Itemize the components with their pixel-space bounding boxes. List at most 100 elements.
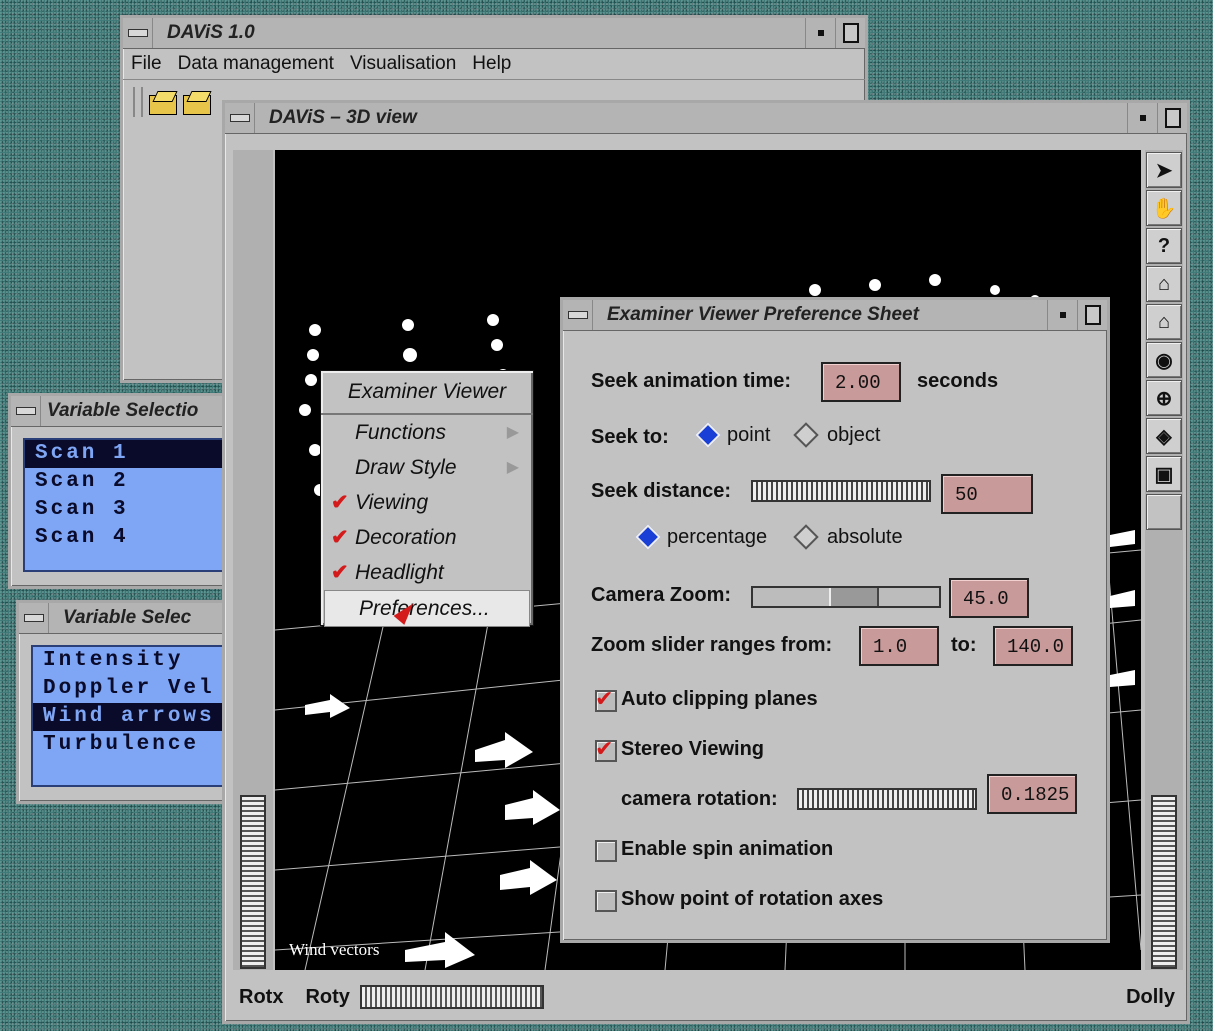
rotation-axes-label: Show point of rotation axes xyxy=(621,888,884,910)
camera-zoom-label: Camera Zoom: xyxy=(591,584,732,606)
auto-clipping-checkbox[interactable] xyxy=(595,686,617,712)
maximize-button[interactable] xyxy=(835,18,865,48)
variable-selection-window-variables: Variable Selec Intensity Doppler Vel Win… xyxy=(16,600,242,804)
window-menu-button[interactable] xyxy=(225,103,255,133)
menu-data-management[interactable]: Data management xyxy=(170,53,342,75)
window-menu-button[interactable] xyxy=(123,18,153,48)
window-menu-button[interactable] xyxy=(19,603,49,633)
camera-icon[interactable]: ▣ xyxy=(1146,456,1182,492)
arrow-icon[interactable]: ➤ xyxy=(1146,152,1182,188)
camera-zoom-field[interactable]: 45.0 xyxy=(949,578,1029,618)
title-bar[interactable]: Variable Selectio xyxy=(11,396,231,427)
minimize-button[interactable] xyxy=(1047,300,1077,330)
popup-header: Examiner Viewer xyxy=(321,371,533,415)
title-bar[interactable]: DAViS 1.0 xyxy=(123,18,865,49)
title-bar[interactable]: DAViS – 3D view xyxy=(225,103,1187,134)
window-menu-button[interactable] xyxy=(11,396,41,426)
submenu-arrow-icon: ▶ xyxy=(506,424,519,441)
set-home-icon[interactable]: ⌂ xyxy=(1146,304,1182,340)
rotx-thumbwheel[interactable] xyxy=(240,795,266,969)
perspective-icon[interactable]: ◈ xyxy=(1146,418,1182,454)
menu-item-label: Decoration xyxy=(355,526,457,549)
menu-item-decoration[interactable]: ✔ Decoration xyxy=(321,520,533,555)
bottom-bar: Rotx Roty Dolly xyxy=(225,973,1187,1021)
menu-item-draw-style[interactable]: Draw Style ▶ xyxy=(321,450,533,485)
menu-item-label: Preferences... xyxy=(359,597,490,620)
zoom-range-to-field[interactable]: 140.0 xyxy=(993,626,1073,666)
camera-rotation-wheel[interactable] xyxy=(797,788,977,810)
maximize-button[interactable] xyxy=(1077,300,1107,330)
help-icon[interactable]: ? xyxy=(1146,228,1182,264)
list-item[interactable]: Scan 4 xyxy=(25,524,229,552)
menu-item-label: Viewing xyxy=(355,491,429,514)
list-item[interactable]: Intensity xyxy=(33,647,237,675)
list-item[interactable]: Scan 1 xyxy=(25,440,229,468)
title-bar[interactable]: Examiner Viewer Preference Sheet xyxy=(563,300,1107,331)
seek-animation-label: Seek animation time: xyxy=(591,370,792,392)
minimize-button[interactable] xyxy=(1127,103,1157,133)
zoom-range-to-label: to: xyxy=(951,634,977,656)
scene-label: Wind vectors xyxy=(289,940,380,959)
submenu-arrow-icon: ▶ xyxy=(506,459,519,476)
menu-file[interactable]: File xyxy=(123,53,170,75)
list-item[interactable]: Doppler Vel xyxy=(33,675,237,703)
spin-animation-checkbox[interactable] xyxy=(595,840,617,862)
list-item[interactable]: Scan 2 xyxy=(25,468,229,496)
menu-item-label: Draw Style xyxy=(355,456,457,479)
zoom-range-label: Zoom slider ranges from: xyxy=(591,634,833,656)
open-folder-icon[interactable] xyxy=(183,91,211,115)
menu-help[interactable]: Help xyxy=(464,53,519,75)
window-title: DAViS – 3D view xyxy=(269,107,417,128)
seek-to-point-label: point xyxy=(727,424,771,446)
seek-to-label: Seek to: xyxy=(591,426,669,448)
toolbar-grip[interactable] xyxy=(133,87,143,117)
seek-to-point-radio[interactable] xyxy=(695,422,721,448)
menu-item-label: Functions xyxy=(355,421,447,444)
absolute-radio[interactable] xyxy=(793,524,819,550)
viewer-toolbar: ➤ ✋ ? ⌂ ⌂ ◉ ⊕ ◈ ▣ xyxy=(1145,150,1183,970)
window-title: Variable Selec xyxy=(63,607,192,628)
menu-visualisation[interactable]: Visualisation xyxy=(342,53,464,75)
zoom-range-from-field[interactable]: 1.0 xyxy=(859,626,939,666)
menu-item-viewing[interactable]: ✔ Viewing xyxy=(321,485,533,520)
seek-icon[interactable]: ⊕ xyxy=(1146,380,1182,416)
list-item[interactable]: Wind arrows xyxy=(33,703,237,731)
window-title: Examiner Viewer Preference Sheet xyxy=(607,304,919,325)
menu-item-functions[interactable]: Functions ▶ xyxy=(321,415,533,450)
seek-distance-wheel[interactable] xyxy=(751,480,931,502)
title-bar[interactable]: Variable Selec xyxy=(19,603,239,634)
maximize-button[interactable] xyxy=(1157,103,1187,133)
camera-rotation-label: camera rotation: xyxy=(621,788,778,810)
seek-distance-field[interactable]: 50 xyxy=(941,474,1033,514)
view-all-icon[interactable]: ◉ xyxy=(1146,342,1182,378)
window-title: DAViS 1.0 xyxy=(167,22,255,43)
home-icon[interactable]: ⌂ xyxy=(1146,266,1182,302)
checkmark-icon: ✔ xyxy=(331,561,349,584)
menu-item-preferences[interactable]: Preferences... xyxy=(324,590,530,627)
checkmark-icon: ✔ xyxy=(331,526,349,549)
menu-item-headlight[interactable]: ✔ Headlight xyxy=(321,555,533,590)
percentage-radio[interactable] xyxy=(635,524,661,550)
rotation-axes-checkbox[interactable] xyxy=(595,890,617,912)
window-menu-button[interactable] xyxy=(563,300,593,330)
seek-animation-field[interactable]: 2.00 xyxy=(821,362,901,402)
slider-knob[interactable] xyxy=(829,588,879,606)
dolly-thumbwheel[interactable] xyxy=(1151,795,1177,969)
seek-to-object-radio[interactable] xyxy=(793,422,819,448)
camera-zoom-slider[interactable] xyxy=(751,586,941,608)
roty-thumbwheel[interactable] xyxy=(359,985,544,1009)
left-decoration-rail xyxy=(233,150,273,970)
menu-bar: File Data management Visualisation Help xyxy=(123,49,865,80)
open-folder-icon[interactable] xyxy=(149,91,177,115)
preference-form: Seek animation time: 2.00 seconds Seek t… xyxy=(571,338,1099,932)
seek-distance-label: Seek distance: xyxy=(591,480,732,502)
camera-rotation-field[interactable]: 0.1825 xyxy=(987,774,1077,814)
minimize-button[interactable] xyxy=(805,18,835,48)
list-item[interactable]: Turbulence xyxy=(33,731,237,759)
stereo-viewing-checkbox[interactable] xyxy=(595,736,617,762)
spin-animation-label: Enable spin animation xyxy=(621,838,834,860)
seconds-label: seconds xyxy=(917,370,999,392)
menu-item-label: Headlight xyxy=(355,561,444,584)
list-item[interactable]: Scan 3 xyxy=(25,496,229,524)
hand-icon[interactable]: ✋ xyxy=(1146,190,1182,226)
